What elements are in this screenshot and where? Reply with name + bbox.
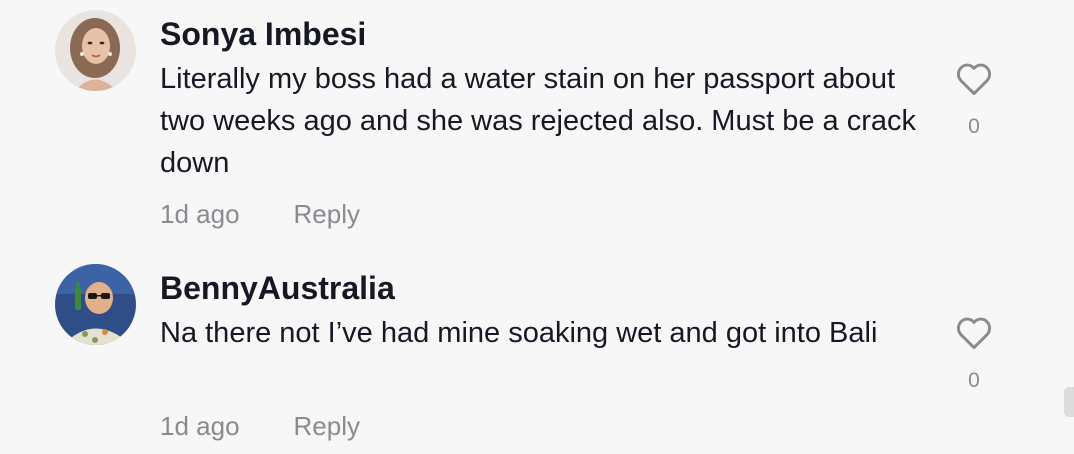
avatar[interactable] (55, 10, 136, 91)
like-button[interactable]: 0 (952, 60, 996, 139)
comment-username[interactable]: Sonya Imbesi (160, 16, 366, 52)
comments-screen: Sonya Imbesi Literally my boss had a wat… (0, 0, 1074, 454)
comment-meta: 1d ago Reply (160, 411, 360, 441)
comment-timestamp: 1d ago (160, 199, 240, 229)
reply-button[interactable]: Reply (294, 199, 360, 229)
heart-outline-icon[interactable] (954, 60, 994, 96)
comment-meta: 1d ago Reply (160, 199, 360, 229)
comment-timestamp: 1d ago (160, 411, 240, 441)
reply-button[interactable]: Reply (294, 411, 360, 441)
comment-username[interactable]: BennyAustralia (160, 270, 395, 306)
avatar[interactable] (55, 264, 136, 345)
like-count: 0 (968, 115, 980, 138)
heart-outline-icon[interactable] (954, 314, 994, 350)
like-count: 0 (968, 369, 980, 392)
comment-text: Na there not I’ve had mine soaking wet a… (160, 317, 878, 349)
like-button[interactable]: 0 (952, 314, 996, 393)
scrollbar[interactable] (1064, 387, 1074, 417)
comment-text: Literally my boss had a water stain on h… (160, 63, 916, 179)
